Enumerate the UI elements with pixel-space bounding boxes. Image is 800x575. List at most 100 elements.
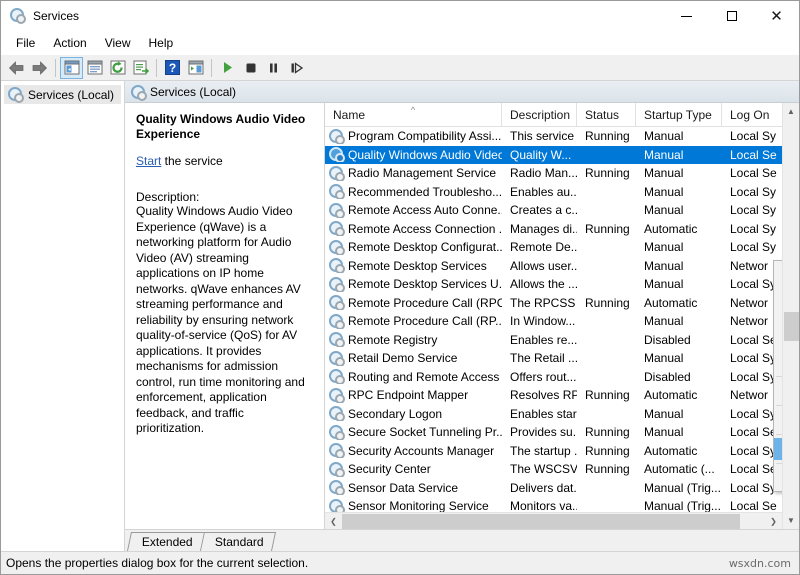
- cell-name: Secure Socket Tunneling Pr...: [325, 425, 502, 440]
- scroll-down-icon[interactable]: ▼: [783, 512, 800, 529]
- scroll-right-icon[interactable]: ❯: [765, 513, 782, 530]
- menu-file[interactable]: File: [7, 33, 44, 54]
- minimize-button[interactable]: [664, 1, 709, 32]
- services-list-pane: Name ^ Description Status Startup Type L…: [325, 103, 782, 529]
- window-controls: ✕: [664, 1, 799, 32]
- services-gear-icon: [329, 480, 344, 495]
- column-header-status[interactable]: Status: [577, 103, 636, 127]
- cell-name-label: Remote Desktop Services U...: [348, 277, 502, 291]
- cell-name: Program Compatibility Assi...: [325, 129, 502, 144]
- start-service-icon[interactable]: [216, 57, 239, 79]
- body-area: Services (Local) Services (Local) Qualit…: [1, 81, 799, 551]
- services-rows: Program Compatibility Assi...This servic…: [325, 127, 782, 512]
- vscroll-thumb[interactable]: [784, 312, 799, 341]
- table-row[interactable]: Retail Demo ServiceThe Retail ...ManualL…: [325, 349, 782, 368]
- cell-description: Radio Man...: [502, 166, 577, 180]
- cell-description: The startup ...: [502, 444, 577, 458]
- cell-name: Security Accounts Manager: [325, 443, 502, 458]
- context-menu-separator: [776, 376, 782, 377]
- table-row[interactable]: Remote RegistryEnables re...DisabledLoca…: [325, 331, 782, 350]
- export-list-icon[interactable]: [129, 57, 152, 79]
- table-row[interactable]: Remote Access Auto Conne...Creates a c..…: [325, 201, 782, 220]
- cell-name: Recommended Troublesho...: [325, 184, 502, 199]
- forward-arrow-icon[interactable]: [28, 57, 51, 79]
- table-row[interactable]: Routing and Remote AccessOffers rout...D…: [325, 368, 782, 387]
- cell-logon: Local Sy: [722, 185, 782, 199]
- cell-name: Secondary Logon: [325, 406, 502, 421]
- close-button[interactable]: ✕: [754, 1, 799, 32]
- horizontal-scrollbar[interactable]: ❮ ❯: [325, 512, 782, 529]
- cell-name: Remote Access Connection ...: [325, 221, 502, 236]
- properties-window-icon[interactable]: [83, 57, 106, 79]
- help-icon[interactable]: ?: [161, 57, 184, 79]
- show-action-pane-icon[interactable]: [184, 57, 207, 79]
- hscroll-track[interactable]: [342, 513, 765, 530]
- services-gear-icon: [329, 332, 344, 347]
- table-row[interactable]: Remote Access Connection ...Manages di..…: [325, 220, 782, 239]
- start-service-link[interactable]: Start: [136, 154, 161, 168]
- tab-extended[interactable]: Extended: [127, 532, 205, 551]
- context-menu-item-help[interactable]: Help: [774, 467, 782, 489]
- cell-startup: Automatic (...: [636, 462, 722, 476]
- table-row[interactable]: Sensor Monitoring ServiceMonitors va...M…: [325, 497, 782, 512]
- context-menu-item-all-tasks[interactable]: All Tasks❯: [774, 380, 782, 402]
- scroll-up-icon[interactable]: ▲: [783, 103, 800, 120]
- maximize-button[interactable]: [709, 1, 754, 32]
- vertical-scrollbar[interactable]: ▲ ▼: [782, 103, 799, 529]
- column-header-startup-type[interactable]: Startup Type: [636, 103, 722, 127]
- table-row[interactable]: Security CenterThe WSCSV...RunningAutoma…: [325, 460, 782, 479]
- table-row[interactable]: RPC Endpoint MapperResolves RP...Running…: [325, 386, 782, 405]
- menu-action[interactable]: Action: [44, 33, 95, 54]
- table-row[interactable]: Radio Management ServiceRadio Man...Runn…: [325, 164, 782, 183]
- cell-startup: Manual: [636, 314, 722, 328]
- vscroll-track[interactable]: [783, 120, 800, 512]
- tree-node-services-local[interactable]: Services (Local): [4, 85, 121, 104]
- service-action-suffix: the service: [161, 154, 222, 168]
- cell-description: Offers rout...: [502, 370, 577, 384]
- tab-standard[interactable]: Standard: [201, 532, 276, 551]
- pause-service-icon[interactable]: [262, 57, 285, 79]
- menu-view[interactable]: View: [96, 33, 140, 54]
- column-header-name[interactable]: Name ^: [325, 103, 502, 127]
- right-pane: Services (Local) Quality Windows Audio V…: [125, 81, 799, 551]
- tab-standard-label: Standard: [215, 535, 264, 549]
- refresh-icon[interactable]: [106, 57, 129, 79]
- table-row[interactable]: Remote Procedure Call (RP...In Window...…: [325, 312, 782, 331]
- description-text: Quality Windows Audio Video Experience (…: [136, 204, 313, 437]
- cell-name: Remote Procedure Call (RP...: [325, 314, 502, 329]
- stop-service-icon[interactable]: [239, 57, 262, 79]
- table-row[interactable]: Security Accounts Manager The startup ...…: [325, 442, 782, 461]
- pane-header-label: Services (Local): [150, 85, 236, 99]
- cell-description: Allows the ...: [502, 277, 577, 291]
- table-row[interactable]: Recommended Troublesho...Enables au...Ma…: [325, 183, 782, 202]
- table-row[interactable]: Remote Desktop ServicesAllows user...Man…: [325, 257, 782, 276]
- services-gear-icon: [329, 425, 344, 440]
- menu-help[interactable]: Help: [140, 33, 183, 54]
- cell-name-label: Secondary Logon: [348, 407, 442, 421]
- back-arrow-icon[interactable]: [5, 57, 28, 79]
- table-row[interactable]: Remote Desktop Configurat...Remote De...…: [325, 238, 782, 257]
- table-row[interactable]: Remote Desktop Services U...Allows the .…: [325, 275, 782, 294]
- cell-status: Running: [577, 462, 636, 476]
- hscroll-thumb[interactable]: [342, 514, 740, 529]
- cell-startup: Automatic: [636, 388, 722, 402]
- services-gear-icon: [329, 277, 344, 292]
- table-row[interactable]: Secondary LogonEnables star...ManualLoca…: [325, 405, 782, 424]
- show-hide-console-tree-icon[interactable]: [60, 57, 83, 79]
- column-header-description[interactable]: Description: [502, 103, 577, 127]
- cell-name-label: RPC Endpoint Mapper: [348, 388, 468, 402]
- scroll-left-icon[interactable]: ❮: [325, 513, 342, 530]
- context-menu-item-properties[interactable]: Properties: [774, 438, 782, 460]
- context-menu-item-start[interactable]: Start: [774, 263, 782, 285]
- table-row[interactable]: Program Compatibility Assi...This servic…: [325, 127, 782, 146]
- cell-name-label: Security Accounts Manager: [348, 444, 494, 458]
- services-gear-icon: [329, 351, 344, 366]
- restart-service-icon[interactable]: [285, 57, 308, 79]
- table-row[interactable]: Secure Socket Tunneling Pr...Provides su…: [325, 423, 782, 442]
- table-row[interactable]: Sensor Data ServiceDelivers dat...Manual…: [325, 479, 782, 498]
- table-row[interactable]: Quality Windows Audio Video ...Quality W…: [325, 146, 782, 165]
- cell-name: Sensor Data Service: [325, 480, 502, 495]
- column-header-log-on[interactable]: Log On: [722, 103, 782, 127]
- table-row[interactable]: Remote Procedure Call (RPC)The RPCSS ...…: [325, 294, 782, 313]
- context-menu-item-refresh[interactable]: Refresh: [774, 409, 782, 431]
